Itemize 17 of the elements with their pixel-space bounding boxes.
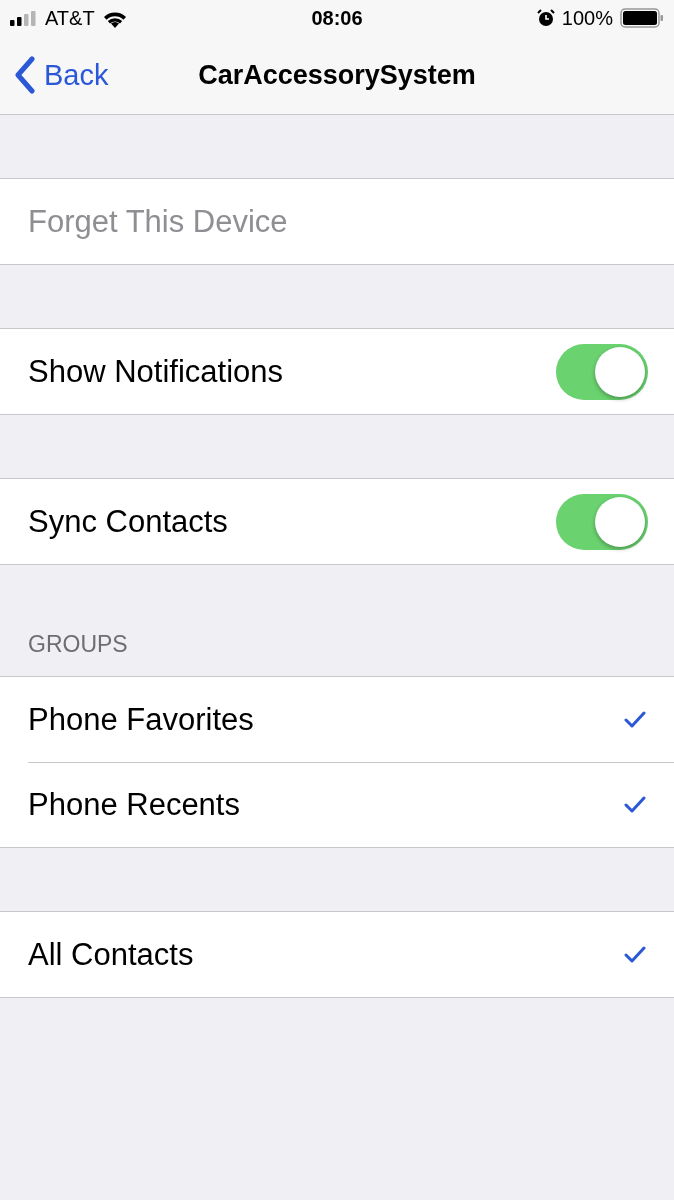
row-label: All Contacts [28, 936, 194, 973]
screen-title: CarAccessorySystem [198, 59, 476, 91]
row-label: Phone Favorites [28, 701, 254, 738]
alarm-icon [536, 9, 555, 27]
section-header: GROUPS [28, 631, 128, 658]
carrier-name: AT&T [45, 6, 95, 30]
row-label: Phone Recents [28, 786, 240, 823]
signal-icon [10, 10, 38, 26]
battery-percent: 100% [561, 6, 613, 30]
back-button[interactable]: Back [0, 56, 109, 94]
row-label: Sync Contacts [28, 503, 228, 540]
battery-icon [620, 8, 664, 28]
chevron-left-icon [14, 56, 36, 94]
toggle-switch[interactable] [556, 343, 648, 400]
row-label: Show Notifications [28, 353, 283, 390]
toggle-switch[interactable] [556, 493, 648, 550]
clock-time: 08:06 [311, 6, 363, 30]
